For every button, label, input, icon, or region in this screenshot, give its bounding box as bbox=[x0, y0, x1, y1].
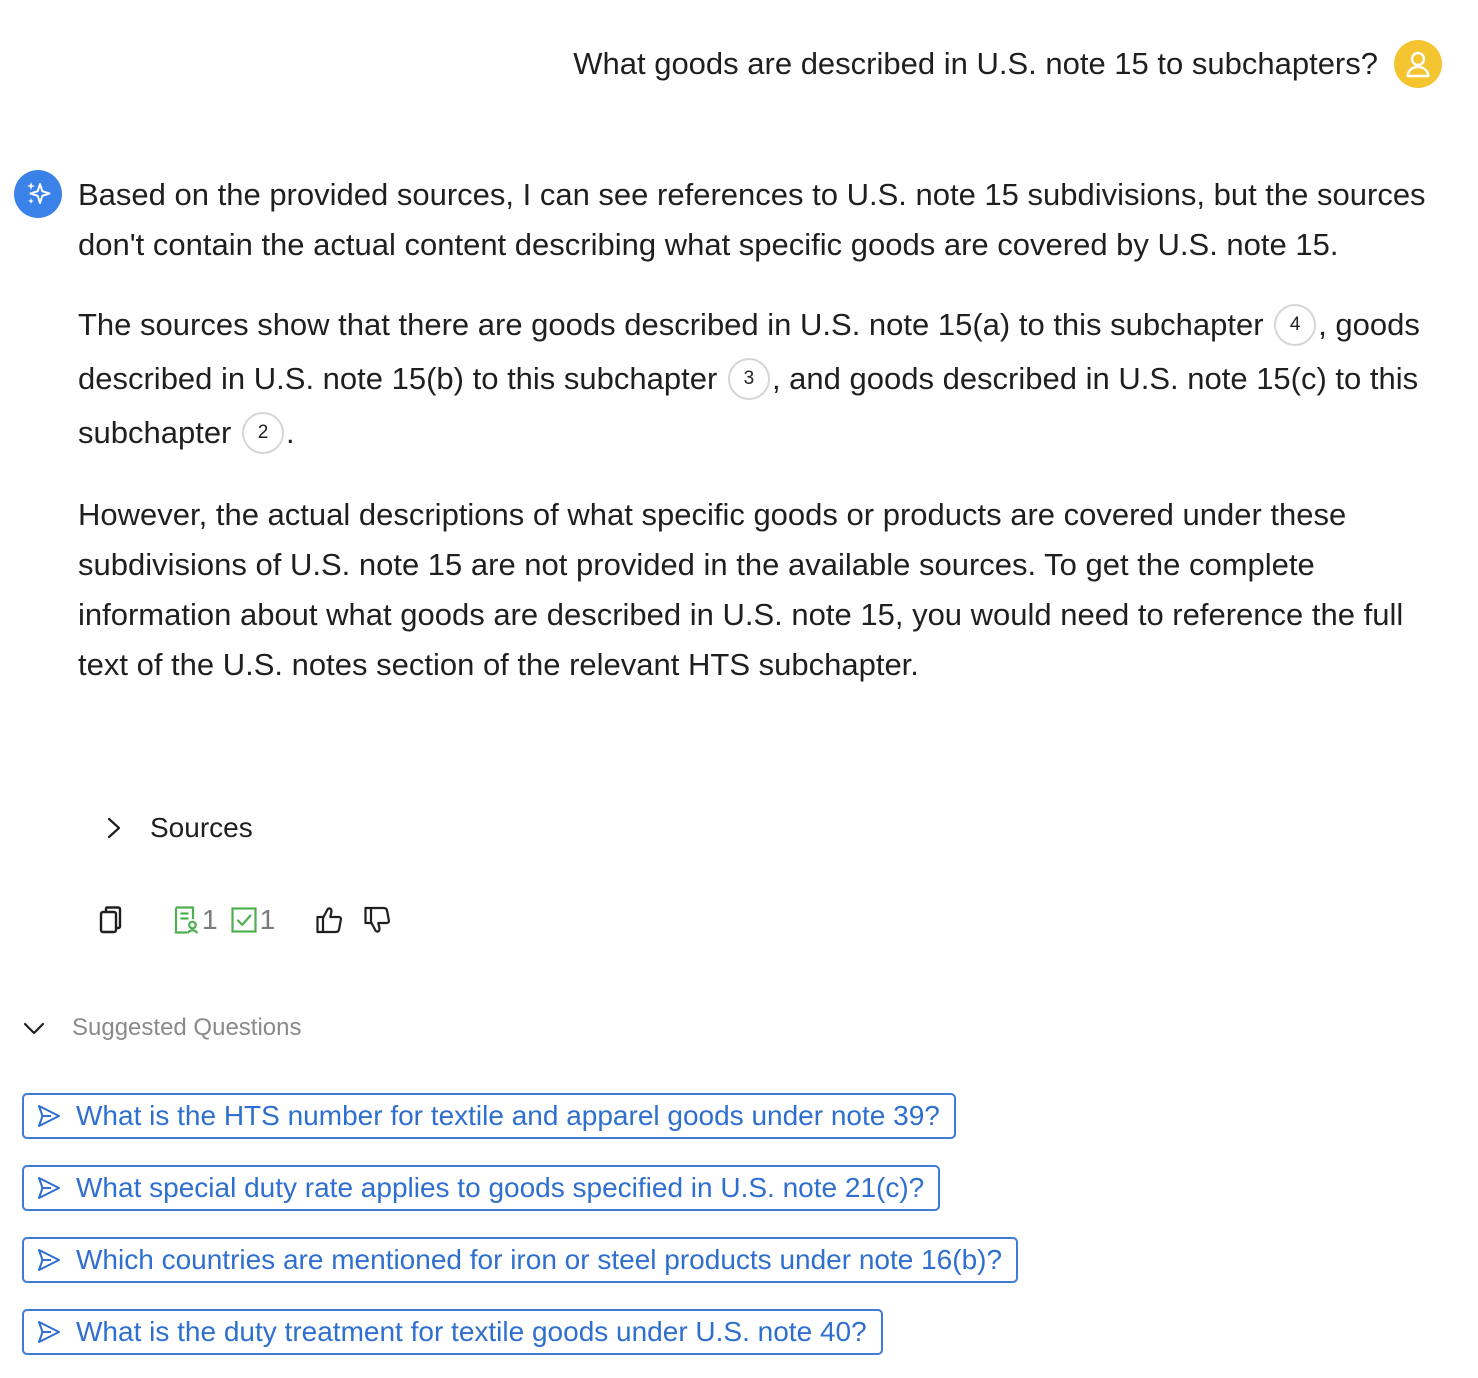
suggested-question-button[interactable]: What is the HTS number for textile and a… bbox=[22, 1093, 956, 1139]
suggested-question-button[interactable]: What is the duty treatment for textile g… bbox=[22, 1309, 883, 1355]
send-icon bbox=[38, 1105, 60, 1127]
thumbs-up-icon bbox=[316, 907, 343, 934]
chevron-right-icon bbox=[107, 817, 121, 839]
chat-page: What goods are described in U.S. note 15… bbox=[0, 0, 1478, 1378]
user-message: What goods are described in U.S. note 15… bbox=[573, 40, 1442, 88]
suggested-question-text: What is the HTS number for textile and a… bbox=[76, 1100, 940, 1131]
assistant-avatar bbox=[14, 170, 62, 218]
sources-label: Sources bbox=[150, 812, 253, 843]
copy-icon bbox=[99, 906, 122, 934]
dislike-button[interactable] bbox=[363, 905, 393, 935]
suggested-question-text: Which countries are mentioned for iron o… bbox=[76, 1244, 1003, 1275]
suggested-question-button[interactable]: What special duty rate applies to goods … bbox=[22, 1165, 941, 1211]
document-count-value: 1 bbox=[202, 904, 218, 935]
sources-toggle[interactable]: Sources bbox=[104, 812, 253, 844]
sparkle-icon bbox=[27, 182, 51, 204]
suggested-question-text: What special duty rate applies to goods … bbox=[76, 1172, 925, 1203]
assistant-answer: Based on the provided sources, I can see… bbox=[78, 170, 1438, 690]
checkbox-icon bbox=[230, 907, 257, 933]
suggested-question-button[interactable]: Which countries are mentioned for iron o… bbox=[22, 1237, 1019, 1283]
send-icon bbox=[38, 1249, 60, 1271]
user-message-text: What goods are described in U.S. note 15… bbox=[573, 46, 1378, 81]
answer-paragraph-2: The sources show that there are goods de… bbox=[78, 298, 1438, 460]
send-icon bbox=[38, 1321, 60, 1343]
suggested-questions-toggle[interactable]: Suggested Questions bbox=[22, 1014, 302, 1042]
answer-paragraph-1: Based on the provided sources, I can see… bbox=[78, 177, 1426, 262]
answer-paragraph-2-part-1: The sources show that there are goods de… bbox=[78, 307, 1264, 342]
send-icon bbox=[38, 1177, 60, 1199]
check-count[interactable]: 1 bbox=[230, 904, 276, 936]
suggested-questions-label: Suggested Questions bbox=[72, 1014, 302, 1041]
check-count-value: 1 bbox=[259, 904, 276, 935]
thumbs-down-icon bbox=[364, 906, 391, 933]
message-actions: 1 1 bbox=[96, 900, 393, 940]
chevron-down-icon bbox=[23, 1022, 45, 1035]
answer-paragraph-2-part-4: . bbox=[286, 415, 295, 450]
like-button[interactable] bbox=[315, 905, 345, 935]
user-avatar[interactable] bbox=[1394, 40, 1442, 88]
user-icon bbox=[1406, 51, 1430, 78]
citation-badge[interactable]: 2 bbox=[242, 411, 285, 454]
citation-badge[interactable]: 4 bbox=[1274, 303, 1317, 346]
citation-badge[interactable]: 3 bbox=[727, 357, 770, 400]
suggested-question-text: What is the duty treatment for textile g… bbox=[76, 1316, 867, 1347]
document-icon bbox=[174, 906, 199, 934]
answer-paragraph-3: However, the actual descriptions of what… bbox=[78, 497, 1404, 682]
copy-button[interactable] bbox=[96, 904, 124, 936]
document-count[interactable]: 1 bbox=[172, 904, 218, 936]
